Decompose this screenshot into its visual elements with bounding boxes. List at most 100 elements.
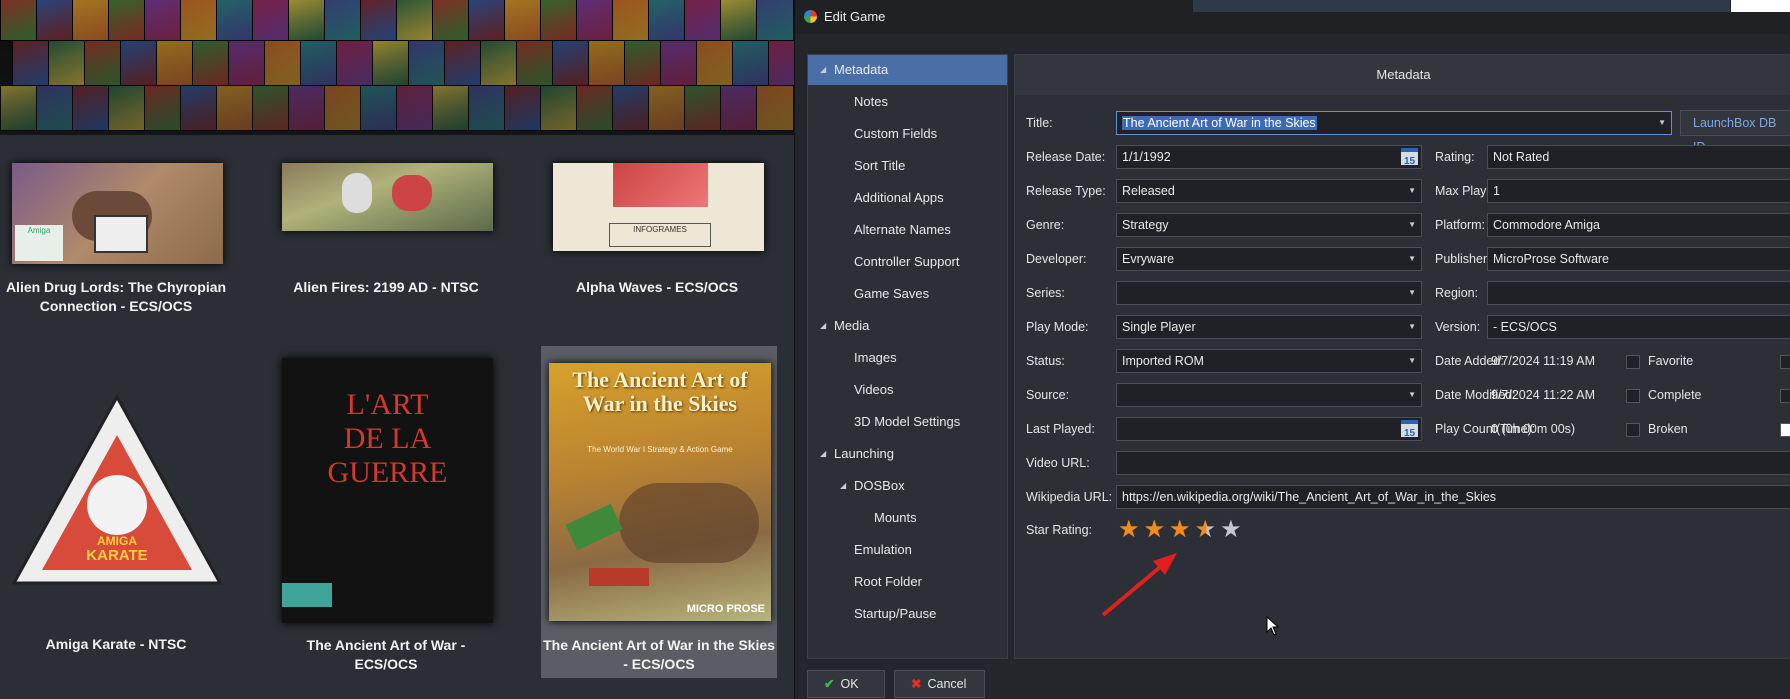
genre-select[interactable]: Strategy ▼ [1116,213,1422,237]
last-played-input[interactable]: 15 [1116,417,1422,441]
region-label: Region: [1435,286,1479,300]
expand-caret-icon[interactable]: ◢ [820,311,826,341]
chevron-down-icon[interactable]: ▼ [1408,180,1416,202]
star-icon[interactable]: ★ [1118,518,1140,542]
release-date-input[interactable]: 1/1/1992 15 [1116,145,1422,169]
tree-item-alternate-names[interactable]: Alternate Names [808,215,1007,245]
game-cover [282,163,493,231]
tree-item-label: Game Saves [854,286,930,301]
infogrames-logo: INFOGRAMES [609,223,711,247]
source-label: Source: [1026,388,1070,402]
video-url-input[interactable] [1116,451,1790,475]
max-players-input[interactable]: 1 [1487,179,1790,203]
game-cover: The Ancient Art of War in the Skies The … [549,363,771,621]
tree-item-label: Images [854,350,897,365]
extra-checkbox[interactable] [1780,423,1790,437]
tree-item-game-saves[interactable]: Game Saves [808,279,1007,309]
check-icon: ✔ [824,677,835,691]
tree-item-label: Sort Title [854,158,906,173]
game-tile-selected[interactable]: The Ancient Art of War in the Skies The … [541,358,777,678]
complete-label[interactable]: Complete [1648,388,1702,402]
tree-item-dosbox[interactable]: ◢ DOSBox [808,471,1007,501]
wikipedia-url-input[interactable]: https://en.wikipedia.org/wiki/The_Ancien… [1116,485,1790,509]
tree-item-media[interactable]: ◢ Media [808,311,1007,341]
expand-caret-icon[interactable]: ◢ [820,55,826,85]
developer-select[interactable]: Evryware ▼ [1116,247,1422,271]
status-label: Status: [1026,354,1065,368]
release-type-select[interactable]: Released ▼ [1116,179,1422,203]
tree-item-additional-apps[interactable]: Additional Apps [808,183,1007,213]
tree-item-emulation[interactable]: Emulation [808,535,1007,565]
game-tile[interactable]: INFOGRAMES Alpha Waves - ECS/OCS [541,160,773,320]
chevron-down-icon[interactable]: ▼ [1408,384,1416,406]
game-library: Amiga Alien Drug Lords: The Chyropian Co… [0,0,794,699]
cover-subtitle: The World War I Strategy & Action Game [587,445,733,454]
chevron-down-icon[interactable]: ▼ [1408,350,1416,372]
tree-item-startup-pause[interactable]: Startup/Pause [808,599,1007,629]
chevron-down-icon[interactable]: ▼ [1408,214,1416,236]
tree-item-videos[interactable]: Videos [808,375,1007,405]
region-select[interactable] [1487,281,1790,305]
source-select[interactable]: ▼ [1116,383,1422,407]
star-empty-icon[interactable]: ★ [1220,518,1242,542]
wikipedia-url-label: Wikipedia URL: [1026,490,1113,504]
launchbox-db-id-button[interactable]: LaunchBox DB ID [1680,110,1790,154]
chevron-down-icon[interactable]: ▼ [1408,316,1416,338]
microprose-logo: MICRO PROSE [686,603,765,615]
panel-header: Metadata [1015,55,1790,95]
tree-item-3d-model-settings[interactable]: 3D Model Settings [808,407,1007,437]
game-tile[interactable]: Alien Fires: 2199 AD - NTSC [270,160,502,320]
ok-button[interactable]: ✔ OK [807,670,885,698]
favorite-checkbox[interactable] [1626,355,1640,369]
chevron-down-icon[interactable]: ▼ [1658,112,1666,134]
platform-label: Platform: [1435,218,1486,232]
broken-checkbox[interactable] [1626,423,1640,437]
calendar-icon[interactable]: 15 [1401,148,1418,167]
rating-select[interactable]: Not Rated [1487,145,1790,169]
tree-item-images[interactable]: Images [808,343,1007,373]
tree-item-label: Root Folder [854,574,922,589]
title-input[interactable]: The Ancient Art of War in the Skies ▼ [1116,111,1672,135]
game-tile[interactable]: AMIGA KARATE Amiga Karate - NTSC [0,395,232,660]
tree-item-root-folder[interactable]: Root Folder [808,567,1007,597]
tree-item-label: Startup/Pause [854,606,937,621]
tree-item-notes[interactable]: Notes [808,87,1007,117]
publisher-select[interactable]: MicroProse Software [1487,247,1790,271]
publisher-label: Publisher: [1435,252,1491,266]
extra-checkbox[interactable] [1780,389,1790,403]
game-tile[interactable]: Amiga Alien Drug Lords: The Chyropian Co… [0,160,232,320]
tree-item-controller-support[interactable]: Controller Support [808,247,1007,277]
cancel-button[interactable]: ✖ Cancel [894,670,985,698]
cover-title: The Ancient Art of War in the Skies [572,367,748,416]
developer-label: Developer: [1026,252,1087,266]
play-mode-select[interactable]: Single Player ▼ [1116,315,1422,339]
platform-banner [0,0,794,135]
favorite-label[interactable]: Favorite [1648,354,1693,368]
tree-item-metadata[interactable]: ◢ Metadata [808,55,1007,85]
chevron-down-icon[interactable]: ▼ [1408,282,1416,304]
expand-caret-icon[interactable]: ◢ [820,439,826,469]
broken-label[interactable]: Broken [1648,422,1688,436]
complete-checkbox[interactable] [1626,389,1640,403]
star-rating-control[interactable]: ★ ★ ★ ★ ★ [1118,518,1242,542]
series-select[interactable]: ▼ [1116,281,1422,305]
extra-checkbox[interactable] [1780,355,1790,369]
game-tile[interactable]: L'ART DE LA GUERRE The Ancient Art of Wa… [270,358,502,678]
chevron-down-icon[interactable]: ▼ [1408,248,1416,270]
calendar-icon[interactable]: 15 [1401,420,1418,439]
platform-select[interactable]: Commodore Amiga [1487,213,1790,237]
star-icon[interactable]: ★ [1144,518,1166,542]
tree-item-label: Additional Apps [854,190,944,205]
tree-item-sort-title[interactable]: Sort Title [808,151,1007,181]
star-half-icon[interactable]: ★ [1195,518,1217,542]
mouse-cursor-icon [1266,616,1280,636]
title-label: Title: [1026,116,1053,130]
status-select[interactable]: Imported ROM ▼ [1116,349,1422,373]
version-input[interactable]: - ECS/OCS [1487,315,1790,339]
tree-item-label: Controller Support [854,254,960,269]
star-icon[interactable]: ★ [1169,518,1191,542]
tree-item-custom-fields[interactable]: Custom Fields [808,119,1007,149]
tree-item-launching[interactable]: ◢ Launching [808,439,1007,469]
expand-caret-icon[interactable]: ◢ [840,471,846,501]
tree-item-mounts[interactable]: Mounts [808,503,1007,533]
